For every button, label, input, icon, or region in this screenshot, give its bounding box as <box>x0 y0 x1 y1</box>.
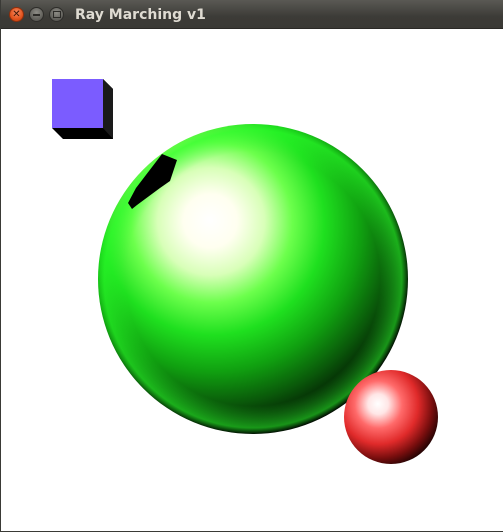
maximize-button[interactable] <box>49 7 64 22</box>
cube-face <box>52 79 103 128</box>
minimize-icon <box>33 13 40 16</box>
small-sphere <box>344 370 438 464</box>
close-icon: ✕ <box>12 8 21 20</box>
cube-object <box>52 79 113 139</box>
app-window: ✕ Ray Marching v1 <box>0 0 503 532</box>
window-title: Ray Marching v1 <box>75 7 206 23</box>
title-bar[interactable]: ✕ Ray Marching v1 <box>1 0 503 29</box>
small-sphere-object <box>344 370 438 464</box>
render-canvas[interactable] <box>2 29 503 531</box>
scene-render <box>52 79 438 464</box>
maximize-icon <box>52 11 61 18</box>
close-button[interactable]: ✕ <box>9 7 24 22</box>
minimize-button[interactable] <box>29 7 44 22</box>
